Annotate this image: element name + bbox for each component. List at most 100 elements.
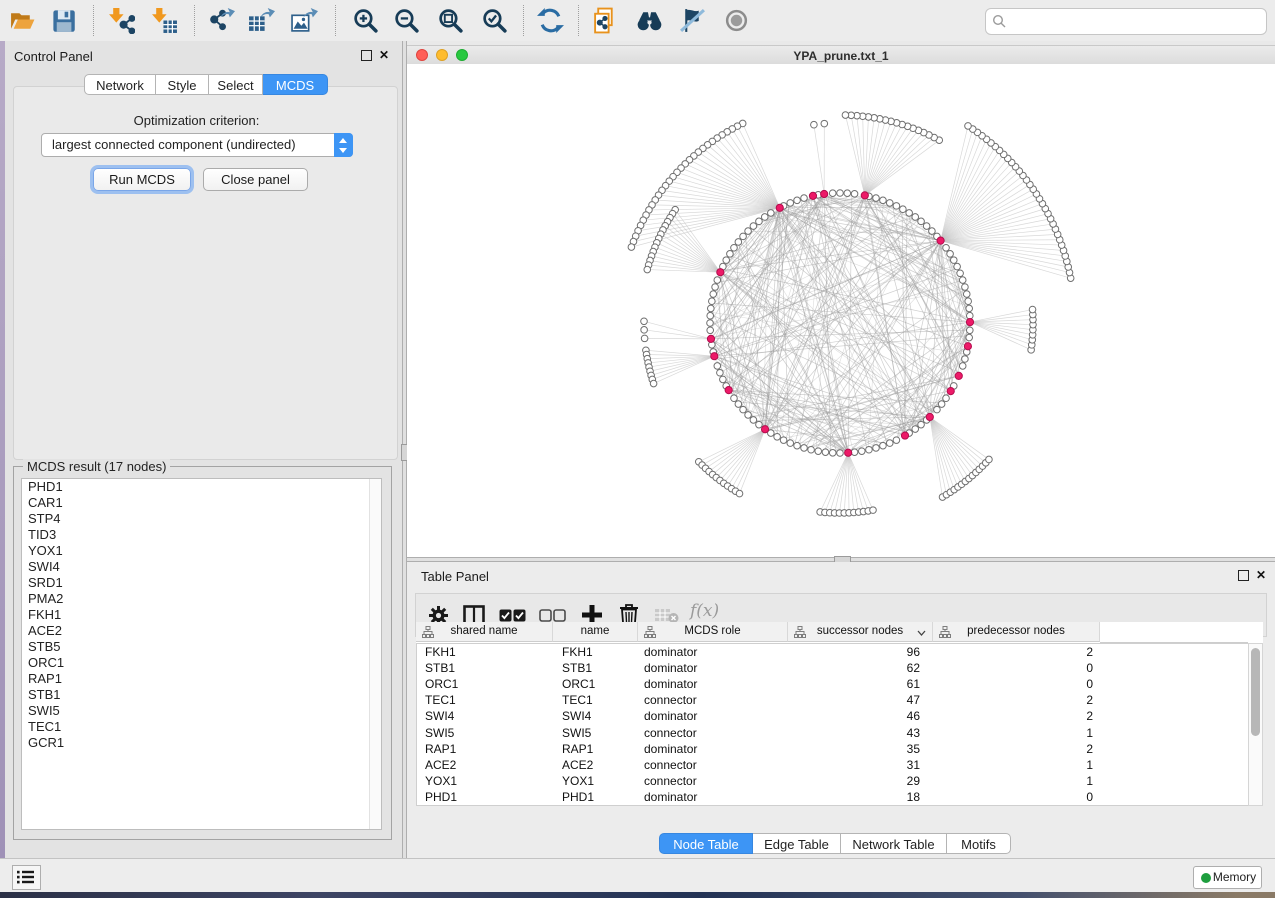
table-row[interactable]: SWI4SWI4dominator462 — [417, 708, 1249, 724]
result-node[interactable]: YOX1 — [22, 543, 381, 559]
result-node[interactable]: CAR1 — [22, 495, 381, 511]
search-input[interactable] — [985, 8, 1267, 35]
cell-name: SWI4 — [554, 709, 647, 723]
close-panel-icon[interactable]: ✕ — [379, 48, 389, 62]
tab-mcds[interactable]: MCDS — [263, 74, 328, 95]
cell-predecessor-nodes: 2 — [934, 742, 1093, 756]
close-panel-button[interactable]: Close panel — [203, 168, 308, 191]
export-network-icon[interactable] — [208, 7, 235, 34]
column-header-predecessor-nodes[interactable]: predecessor nodes — [933, 622, 1100, 642]
cell-shared-name: ACE2 — [417, 758, 562, 772]
control-panel-title: Control Panel — [14, 49, 93, 64]
memory-button[interactable]: Memory — [1193, 866, 1262, 889]
deselect-all-icon[interactable] — [539, 609, 566, 622]
result-node[interactable]: SWI5 — [22, 703, 381, 719]
float-panel-icon[interactable] — [361, 50, 372, 61]
result-node[interactable]: PHD1 — [22, 479, 381, 495]
cell-predecessor-nodes: 1 — [934, 758, 1093, 772]
table-panel: Table Panel ✕ f(x) — [407, 562, 1275, 858]
result-node[interactable]: ACE2 — [22, 623, 381, 639]
result-node[interactable]: ORC1 — [22, 655, 381, 671]
hide-flag-icon[interactable] — [679, 7, 706, 34]
cell-name: TEC1 — [554, 693, 647, 707]
table-scrollbar[interactable] — [1248, 643, 1263, 806]
result-node[interactable]: FKH1 — [22, 607, 381, 623]
import-table-icon[interactable] — [151, 7, 178, 34]
task-history-button[interactable] — [12, 865, 41, 890]
result-node[interactable]: STB1 — [22, 687, 381, 703]
zoom-fit-icon[interactable] — [437, 7, 464, 34]
export-image-icon[interactable] — [291, 7, 318, 34]
optimization-select[interactable]: largest connected component (undirected) — [41, 133, 353, 157]
cell-predecessor-nodes: 0 — [934, 677, 1093, 691]
scrollbar-thumb[interactable] — [1251, 648, 1260, 736]
table-row[interactable]: YOX1YOX1connector291 — [417, 773, 1249, 789]
result-node[interactable]: TEC1 — [22, 719, 381, 735]
column-header-filler — [1100, 622, 1248, 643]
clone-network-icon[interactable] — [592, 7, 619, 34]
binoculars-icon[interactable] — [636, 7, 663, 34]
cell-successor-nodes: 43 — [789, 726, 920, 740]
tab-edge-table[interactable]: Edge Table — [753, 833, 841, 854]
result-node[interactable]: STB5 — [22, 639, 381, 655]
table-header: shared namenameMCDS rolesuccessor nodesp… — [416, 622, 1263, 643]
close-panel-icon[interactable]: ✕ — [1256, 568, 1266, 582]
tab-network[interactable]: Network — [84, 74, 156, 95]
list-scrollbar[interactable] — [369, 479, 381, 829]
float-panel-icon[interactable] — [1238, 570, 1249, 581]
cell-MCDS-role: dominator — [639, 661, 794, 675]
mcds-result-list: PHD1CAR1STP4TID3YOX1SWI4SRD1PMA2FKH1ACE2… — [21, 478, 382, 830]
cell-predecessor-nodes: 0 — [934, 790, 1093, 804]
cell-shared-name: YOX1 — [417, 774, 562, 788]
run-mcds-button[interactable]: Run MCDS — [93, 168, 191, 191]
refresh-icon[interactable] — [537, 7, 564, 34]
network-titlebar[interactable]: YPA_prune.txt_1 — [407, 45, 1275, 65]
zoom-in-icon[interactable] — [352, 7, 379, 34]
result-node[interactable]: SWI4 — [22, 559, 381, 575]
cell-MCDS-role: dominator — [639, 790, 794, 804]
result-node[interactable]: STP4 — [22, 511, 381, 527]
cell-name: ORC1 — [554, 677, 647, 691]
cell-successor-nodes: 61 — [789, 677, 920, 691]
cell-successor-nodes: 62 — [789, 661, 920, 675]
result-node[interactable]: GCR1 — [22, 735, 381, 751]
table-row[interactable]: ACE2ACE2connector311 — [417, 757, 1249, 773]
result-node[interactable]: PMA2 — [22, 591, 381, 607]
toolbar-separator — [578, 5, 579, 36]
zoom-selected-icon[interactable] — [481, 7, 508, 34]
table-row[interactable]: RAP1RAP1dominator352 — [417, 741, 1249, 757]
column-header-successor-nodes[interactable]: successor nodes — [788, 622, 933, 642]
select-all-icon[interactable] — [499, 609, 526, 622]
table-row[interactable]: PHD1PHD1dominator180 — [417, 789, 1249, 805]
column-header-name[interactable]: name — [553, 622, 638, 642]
column-header-MCDS-role[interactable]: MCDS role — [638, 622, 788, 642]
network-canvas[interactable] — [407, 64, 1275, 557]
status-bar: Memory — [0, 858, 1275, 892]
table-row[interactable]: STB1STB1dominator620 — [417, 660, 1249, 676]
open-folder-icon[interactable] — [9, 7, 36, 34]
zoom-out-icon[interactable] — [393, 7, 420, 34]
mcds-result-group: MCDS result (17 nodes) PHD1CAR1STP4TID3Y… — [13, 466, 392, 840]
result-node[interactable]: RAP1 — [22, 671, 381, 687]
tab-motifs[interactable]: Motifs — [947, 833, 1011, 854]
result-node[interactable]: TID3 — [22, 527, 381, 543]
tab-node-table[interactable]: Node Table — [659, 833, 753, 854]
cell-successor-nodes: 31 — [789, 758, 920, 772]
tab-select[interactable]: Select — [209, 74, 263, 95]
function-icon[interactable]: f(x) — [690, 601, 719, 621]
tab-network-table[interactable]: Network Table — [841, 833, 947, 854]
tab-style[interactable]: Style — [156, 74, 209, 95]
cell-predecessor-nodes: 0 — [934, 661, 1093, 675]
export-table-icon[interactable] — [248, 7, 275, 34]
network-graph[interactable] — [407, 64, 1275, 557]
table-row[interactable]: TEC1TEC1connector472 — [417, 692, 1249, 708]
cell-successor-nodes: 35 — [789, 742, 920, 756]
table-row[interactable]: ORC1ORC1dominator610 — [417, 676, 1249, 692]
column-header-shared-name[interactable]: shared name — [416, 622, 553, 642]
save-icon[interactable] — [50, 7, 77, 34]
import-network-icon[interactable] — [108, 7, 135, 34]
eye-icon[interactable] — [723, 7, 750, 34]
table-row[interactable]: SWI5SWI5connector431 — [417, 725, 1249, 741]
table-row[interactable]: FKH1FKH1dominator962 — [417, 644, 1249, 660]
result-node[interactable]: SRD1 — [22, 575, 381, 591]
